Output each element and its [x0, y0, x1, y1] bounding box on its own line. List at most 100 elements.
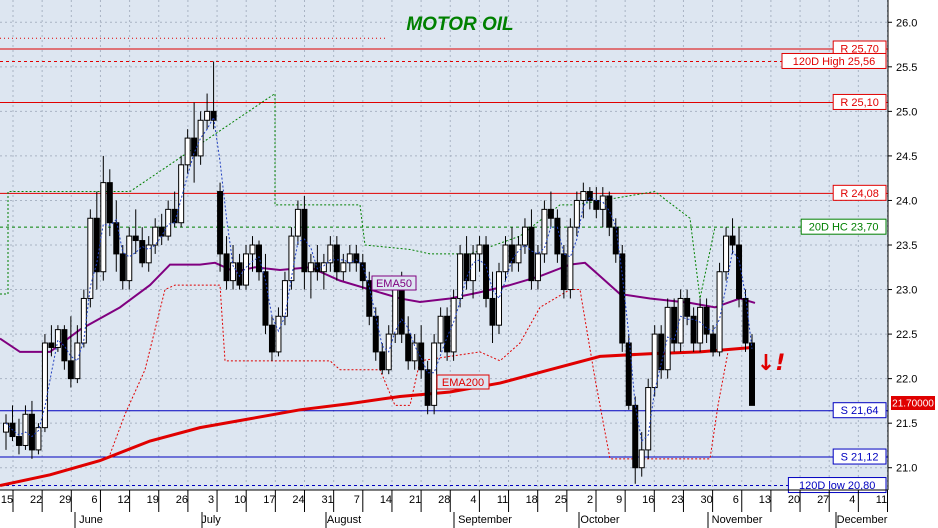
candle-body: [281, 280, 288, 317]
candle-body: [580, 191, 587, 201]
candle-body: [476, 244, 483, 255]
candle-body: [255, 244, 262, 273]
y-tick-label: 21.5: [896, 418, 917, 430]
x-month-label: July: [201, 514, 221, 526]
candle-body: [671, 306, 678, 344]
candle-body: [677, 297, 684, 344]
candle-body: [528, 226, 535, 282]
x-day-label: 12: [117, 494, 129, 506]
level-label: S 21,12: [841, 452, 879, 464]
candle-body: [372, 315, 379, 353]
x-day-label: 26: [176, 494, 188, 506]
candle-body: [567, 226, 574, 291]
candle-body: [593, 199, 600, 210]
candle-body: [379, 351, 386, 371]
x-day-label: 24: [292, 494, 304, 506]
x-day-label: 4: [849, 494, 855, 506]
x-day-label: 20: [788, 494, 800, 506]
candle-body: [418, 342, 425, 371]
x-day-label: 15: [1, 494, 13, 506]
candle-body: [126, 235, 133, 282]
x-day-label: 27: [817, 494, 829, 506]
candle-body: [398, 289, 405, 335]
candle-body: [502, 244, 509, 273]
x-day-label: 7: [354, 494, 360, 506]
x-day-label: 11: [876, 494, 887, 506]
x-month-label: November: [712, 514, 763, 526]
candle-body: [217, 191, 224, 255]
level-label: R 24,08: [840, 188, 879, 200]
x-day-label: 4: [470, 494, 476, 506]
x-day-label: 25: [555, 494, 567, 506]
candle-body: [515, 244, 522, 264]
candle-body: [288, 235, 295, 282]
candle-body: [508, 244, 515, 264]
x-day-label: 17: [263, 494, 275, 506]
candle-body: [749, 342, 755, 406]
candle-body: [736, 244, 743, 299]
x-month-label: September: [458, 514, 512, 526]
y-tick-label: 21.0: [896, 463, 917, 475]
candle-body: [236, 262, 243, 286]
y-tick-label: 23.0: [896, 285, 917, 297]
candle-body: [586, 191, 593, 201]
candle-body: [191, 137, 198, 157]
y-tick-label: 24.0: [896, 195, 917, 207]
chart-title: MOTOR OIL: [406, 14, 513, 35]
candle-body: [703, 306, 710, 335]
candle-body: [119, 253, 126, 282]
candle-body: [15, 436, 22, 446]
level-label: R 25,10: [840, 97, 879, 109]
x-day-label: 31: [322, 494, 334, 506]
x-day-label: 3: [208, 494, 214, 506]
candle-body: [294, 208, 301, 237]
x-axis: 15 22 29 6 12 19 26 3 10 17 24 31 7 14 21 28 4 11 18 25 2 9 16…: [1, 490, 888, 528]
candle-body: [28, 413, 35, 451]
candle-body: [100, 182, 107, 273]
candle-body: [457, 253, 464, 299]
candle-body: [729, 235, 736, 246]
candle-body: [132, 235, 139, 242]
candle-body: [716, 271, 723, 353]
down-signal-marker: ↓!: [757, 351, 785, 376]
x-day-label: 14: [380, 494, 392, 506]
candle-body: [165, 208, 172, 237]
candle-body: [67, 360, 74, 380]
candle-body: [742, 297, 749, 344]
candle-body: [22, 413, 29, 446]
candle-body: [625, 342, 632, 406]
candle-body: [424, 369, 431, 406]
candle-body: [275, 315, 282, 353]
candle-body: [61, 329, 68, 362]
candle-body: [534, 253, 541, 282]
x-month-label: June: [79, 514, 103, 526]
x-day-label: 23: [671, 494, 683, 506]
candle-body: [307, 262, 314, 273]
candle-body: [697, 306, 704, 344]
x-day-label: 16: [642, 494, 654, 506]
candle-body: [158, 226, 165, 237]
x-day-label: 6: [91, 494, 97, 506]
candle-body: [301, 208, 308, 273]
y-tick-label: 22.5: [896, 329, 917, 341]
candle-body: [645, 387, 652, 451]
x-day-label: 19: [147, 494, 159, 506]
candle-body: [184, 137, 191, 166]
ema50-label-box: EMA50: [371, 275, 417, 291]
level-label: 20D HC 23,70: [809, 222, 879, 234]
candle-body: [470, 253, 477, 282]
y-tick-label: 26.0: [896, 17, 917, 29]
candle-body: [74, 342, 81, 380]
candle-body: [366, 280, 373, 317]
candle-body: [444, 315, 451, 353]
candle-body: [651, 333, 658, 389]
y-tick-label: 23.5: [896, 240, 917, 252]
x-day-label: 9: [616, 494, 622, 506]
candle-body: [392, 289, 399, 335]
candle-body: [353, 253, 360, 264]
candle-body: [723, 235, 730, 273]
ema50-label: EMA50: [376, 278, 412, 290]
candle-body: [346, 253, 353, 264]
candle-body: [547, 208, 554, 219]
y-tick-label: 22.0: [896, 374, 917, 386]
